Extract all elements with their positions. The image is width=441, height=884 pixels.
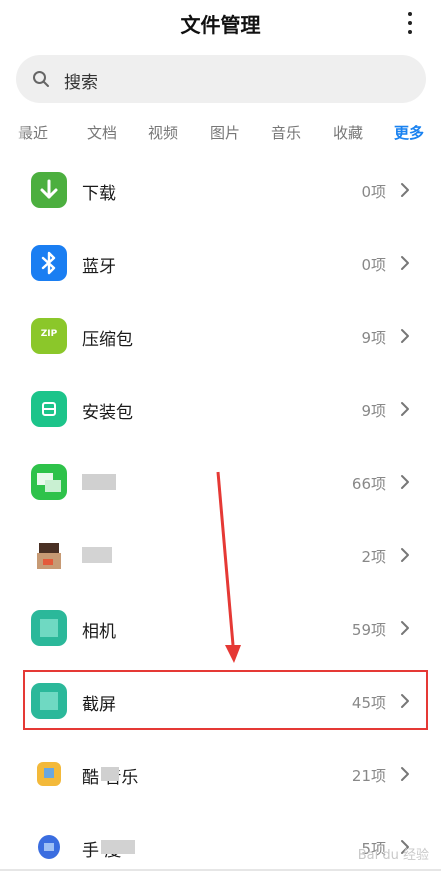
list-item-bluetooth[interactable]: 蓝牙 0项 [0,227,441,300]
chevron-right-icon [401,329,409,343]
blurred-name-part [101,767,119,781]
item-count: 21项 [351,767,386,785]
watermark: Bai du 经验 [357,848,429,863]
chevron-right-icon [401,767,409,781]
item-name: 相机 [82,622,116,642]
tab-more[interactable]: 更多 [394,122,424,143]
list-item-zip[interactable]: ZIP 压缩包 9项 [0,300,441,373]
download-icon [31,172,67,208]
list-item-music-app[interactable]: 酷 音乐 21项 [0,738,441,811]
app-header: 文件管理 [0,0,441,46]
package-icon [31,391,67,427]
baidu-app-icon [31,829,67,865]
search-bar[interactable]: 搜索 [16,55,426,103]
tab-music[interactable]: 音乐 [271,122,301,143]
item-count: 2项 [361,548,386,566]
item-name: 蓝牙 [82,257,116,277]
app-icon [31,537,67,573]
item-count: 59项 [351,621,386,639]
item-name: 压缩包 [82,330,133,350]
blurred-name [82,474,116,490]
category-tabs: 最近 文档 视频 图片 音乐 收藏 更多 [0,116,441,150]
item-count: 66项 [351,475,386,493]
search-icon [33,71,49,87]
list-item-download[interactable]: 下载 0项 [0,154,441,227]
camera-folder-icon [31,610,67,646]
chevron-right-icon [401,475,409,489]
list-item-blurred-app[interactable]: 2项 [0,519,441,592]
more-options-icon[interactable] [405,12,415,34]
list-item-camera[interactable]: 相机 59项 [0,592,441,665]
chevron-right-icon [401,256,409,270]
item-count: 0项 [361,183,386,201]
chevron-right-icon [401,402,409,416]
list-item-apk[interactable]: 安装包 9项 [0,373,441,446]
item-name: 安装包 [82,403,133,423]
tab-videos[interactable]: 视频 [148,122,178,143]
page-title: 文件管理 [180,13,261,37]
item-count: 0项 [361,256,386,274]
tab-favorites[interactable]: 收藏 [333,122,363,143]
tab-images[interactable]: 图片 [210,122,240,143]
blurred-name-part [101,840,135,854]
chevron-right-icon [401,621,409,635]
zip-icon: ZIP [31,318,67,354]
music-app-icon [31,756,67,792]
list-item-blurred-app[interactable]: 66项 [0,446,441,519]
wechat-icon [31,464,67,500]
item-name: 下载 [82,184,116,204]
chevron-right-icon [401,183,409,197]
highlight-box [23,670,428,730]
item-count: 9项 [361,402,386,420]
search-placeholder: 搜索 [64,73,98,93]
blurred-name [82,547,112,563]
item-count: 9项 [361,329,386,347]
chevron-right-icon [401,548,409,562]
bluetooth-icon [31,245,67,281]
tab-documents[interactable]: 文档 [87,122,117,143]
